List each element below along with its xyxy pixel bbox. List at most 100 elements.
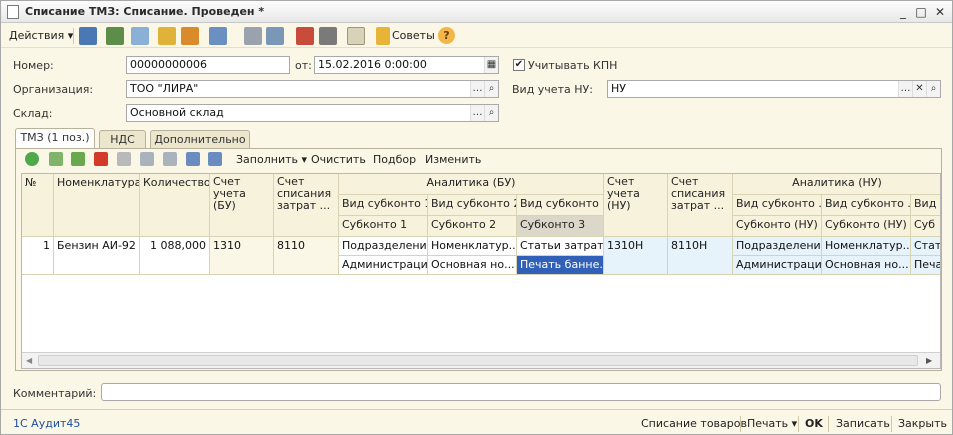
organization-input[interactable]: ТОО "ЛИРА" … ⌕	[126, 80, 499, 98]
tab-vat[interactable]: НДС	[99, 130, 146, 148]
header-vidnu3[interactable]: Вид с	[911, 195, 940, 216]
footer-bar: 1С Аудит45 Списание товаров Печать ▾ OK …	[1, 409, 952, 435]
ok-button[interactable]: OK	[805, 417, 823, 430]
fill-button[interactable]: Заполнить ▾	[236, 153, 307, 166]
actions-menu[interactable]: Действия ▾	[9, 27, 73, 45]
edit-row-icon[interactable]	[71, 152, 85, 166]
header-num[interactable]: №	[22, 174, 54, 237]
scroll-right-icon[interactable]: ▶	[926, 356, 932, 365]
header-item[interactable]: Номенклатура	[54, 174, 140, 237]
maximize-button[interactable]: □	[913, 4, 929, 20]
sort-asc-icon[interactable]	[186, 152, 200, 166]
text-mode-icon[interactable]	[347, 27, 365, 45]
row-subnu1[interactable]: Администрация	[733, 256, 822, 275]
header-qty[interactable]: Количество	[140, 174, 210, 237]
header-acc-nu[interactable]: Счет учета (НУ)	[604, 174, 668, 237]
close-button[interactable]: Закрыть	[898, 417, 947, 430]
comment-input[interactable]	[101, 383, 941, 401]
header-vid1[interactable]: Вид субконто 1	[339, 195, 428, 216]
save-button[interactable]: Записать	[836, 417, 890, 430]
row-acc-bu[interactable]: 1310	[210, 237, 274, 275]
tab-tmz[interactable]: ТМЗ (1 поз.)	[15, 128, 95, 149]
add-row-icon[interactable]	[25, 152, 39, 166]
print-label: Печать	[747, 417, 789, 430]
number-input[interactable]: 00000000006	[126, 56, 290, 74]
row-sub2[interactable]: Основная но...	[428, 256, 517, 275]
header-vidnu2[interactable]: Вид субконто ...	[822, 195, 911, 216]
header-subnu3[interactable]: Суб	[911, 216, 940, 237]
post-and-close-icon[interactable]	[106, 27, 124, 45]
copy-row-icon[interactable]	[49, 152, 63, 166]
help-button[interactable]: ?	[438, 27, 455, 44]
dt-kt-icon[interactable]	[296, 27, 314, 45]
sort-desc-icon[interactable]	[208, 152, 222, 166]
calendar-icon[interactable]: ▦	[484, 57, 498, 73]
actions-label: Действия	[9, 29, 65, 42]
header-vidnu1[interactable]: Вид субконто ...	[733, 195, 822, 216]
report-icon[interactable]	[181, 27, 199, 45]
input-based-icon[interactable]	[209, 27, 227, 45]
copy-document-icon[interactable]	[131, 27, 149, 45]
header-subnu2[interactable]: Субконто (НУ) 2	[822, 216, 911, 237]
move-down-icon[interactable]	[163, 152, 177, 166]
scroll-left-icon[interactable]: ◀	[26, 356, 32, 365]
header-subnu1[interactable]: Субконто (НУ) 1	[733, 216, 822, 237]
header-vid2[interactable]: Вид субконто 2	[428, 195, 517, 216]
footer-divider	[828, 416, 829, 432]
row-vid3[interactable]: Статьи затрат	[517, 237, 604, 256]
pick-button[interactable]: Подбор	[373, 153, 416, 166]
structure-icon[interactable]	[266, 27, 284, 45]
search-icon[interactable]: ⌕	[926, 81, 940, 97]
row-vidnu2[interactable]: Номенклатур...	[822, 237, 911, 256]
row-subnu3[interactable]: Печа	[911, 256, 940, 275]
move-up-icon[interactable]	[140, 152, 154, 166]
warehouse-input[interactable]: Основной склад … ⌕	[126, 104, 499, 122]
close-window-button[interactable]: ✕	[932, 4, 948, 20]
minimize-button[interactable]: _	[895, 4, 911, 20]
print-icon[interactable]	[319, 27, 337, 45]
title-bar: Списание ТМЗ: Списание. Проведен * _ □ ✕	[1, 1, 952, 23]
movements-icon[interactable]	[158, 27, 176, 45]
row-qty[interactable]: 1 088,000	[140, 237, 210, 275]
row-sub1[interactable]: Администрация	[339, 256, 428, 275]
header-acc-cost[interactable]: Счет списания затрат ...	[274, 174, 339, 237]
writeoff-goods-button[interactable]: Списание товаров	[641, 417, 747, 430]
search-icon[interactable]: ⌕	[484, 105, 498, 121]
date-input[interactable]: 15.02.2016 0:00:00 ▦	[314, 56, 499, 74]
row-subnu2[interactable]: Основная но...	[822, 256, 911, 275]
tips-button[interactable]: Советы	[392, 27, 435, 45]
kpn-checkbox[interactable]: ✔	[513, 59, 525, 71]
scroll-thumb[interactable]	[38, 355, 918, 366]
delete-row-icon[interactable]	[94, 152, 108, 166]
tab-additional[interactable]: Дополнительно	[150, 130, 250, 148]
header-sub1[interactable]: Субконто 1	[339, 216, 428, 237]
print-button[interactable]: Печать ▾	[747, 417, 797, 430]
list-icon[interactable]	[244, 27, 262, 45]
header-sub3[interactable]: Субконто 3	[517, 216, 604, 237]
row-num[interactable]: 1	[22, 237, 54, 275]
post-document-icon[interactable]	[79, 27, 97, 45]
change-button[interactable]: Изменить	[425, 153, 481, 166]
clear-icon[interactable]: ✕	[912, 81, 926, 97]
select-ellipsis-icon[interactable]: …	[898, 81, 912, 97]
select-ellipsis-icon[interactable]: …	[470, 105, 484, 121]
row-vid1[interactable]: Подразделения	[339, 237, 428, 256]
row-vid2[interactable]: Номенклатур...	[428, 237, 517, 256]
clear-button[interactable]: Очистить	[311, 153, 366, 166]
nu-type-input[interactable]: НУ … ✕ ⌕	[607, 80, 941, 98]
row-acc-cost-nu[interactable]: 8110Н	[668, 237, 733, 275]
header-vid3[interactable]: Вид субконто 3	[517, 195, 604, 216]
header-sub2[interactable]: Субконто 2	[428, 216, 517, 237]
row-vidnu3[interactable]: Стать	[911, 237, 940, 256]
header-acc-cost-nu[interactable]: Счет списания затрат ...	[668, 174, 733, 237]
search-icon[interactable]: ⌕	[484, 81, 498, 97]
row-acc-nu[interactable]: 1310Н	[604, 237, 668, 275]
row-vidnu1[interactable]: Подразделения	[733, 237, 822, 256]
header-acc-bu[interactable]: Счет учета (БУ)	[210, 174, 274, 237]
horizontal-scrollbar[interactable]: ◀ ▶	[22, 352, 940, 368]
row-acc-cost[interactable]: 8110	[274, 237, 339, 275]
select-ellipsis-icon[interactable]: …	[470, 81, 484, 97]
end-edit-icon[interactable]	[117, 152, 131, 166]
row-sub3-selected[interactable]: Печать банне...	[517, 256, 604, 275]
row-item[interactable]: Бензин АИ-92	[54, 237, 140, 275]
